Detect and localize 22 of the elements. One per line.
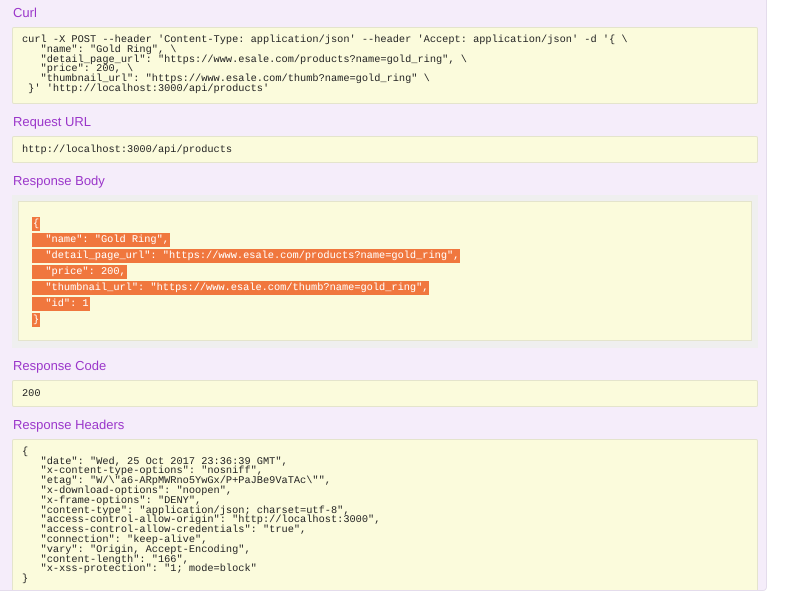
code-line: "connection": "keep-alive", (40, 536, 208, 546)
code-line: { (22, 448, 30, 458)
code-line: "detail_page_url": "https://www.esale.com/products?name=gold_ring", \ (40, 56, 468, 66)
code-line: http://localhost:3000/api/products (22, 144, 234, 155)
section-heading: Response Headers (12, 416, 126, 433)
code-line: } (22, 575, 30, 585)
code-line: "etag": "W/\"a6-ARpMWRno5YwGx/P+PaJBe9VaTAc\"", (40, 477, 332, 487)
code-line: "x-download-options": "noopen", (40, 486, 232, 497)
section-heading: Response Body (12, 172, 106, 189)
section-heading: Response Code (12, 356, 108, 374)
section-heading: Request URL (12, 112, 92, 130)
section-heading: Curl (12, 4, 38, 21)
code-line: "x-frame-options": "DENY", (40, 496, 202, 507)
code-line: curl -X POST --header 'Content-Type: application/json' --header 'Accept: application/json' -d '{ \ (22, 36, 629, 46)
code-line: "access-control-allow-credentials": "true", (40, 526, 306, 536)
code-line: 200 (22, 388, 42, 399)
code-line: "x-xss-protection": "1; mode=block" (40, 565, 258, 576)
code-line: "vary": "Origin, Accept-Encoding", (40, 546, 252, 556)
code-line: "thumbnail_url": "https://www.esale.com/thumb?name=gold_ring" \ (40, 75, 431, 85)
code-line: "name": "Gold Ring", \ (40, 46, 176, 56)
code-line: "content-type": "application/json; charset=utf-8", (40, 506, 350, 516)
code-line: }' 'http://localhost:3000/api/products' (27, 84, 270, 95)
